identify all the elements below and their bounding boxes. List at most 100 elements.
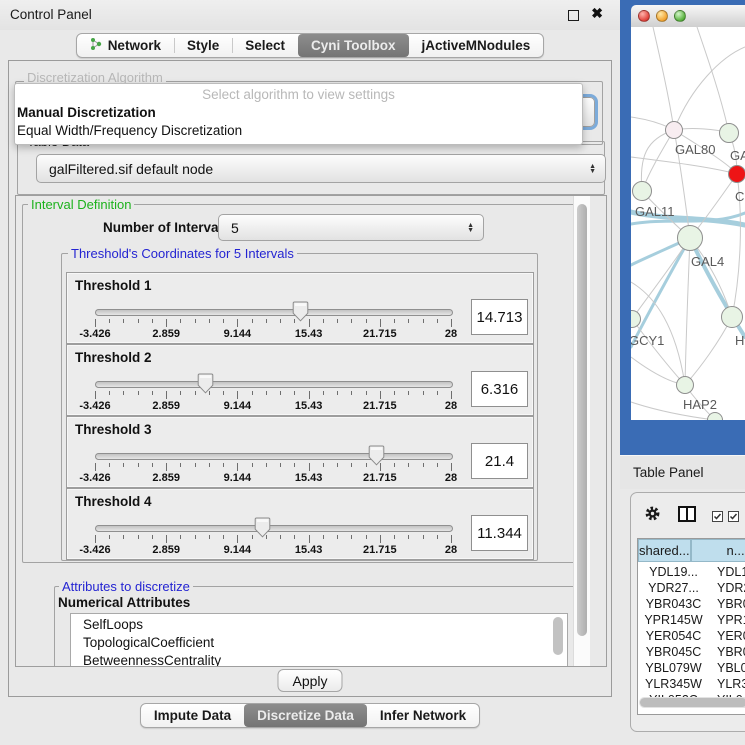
- horizontal-scrollbar[interactable]: [639, 697, 745, 708]
- tab-infer-network[interactable]: Infer Network: [367, 704, 479, 727]
- algorithm-dropdown-list: Select algorithm to view settings Manual…: [14, 83, 583, 145]
- column-header-name[interactable]: n...: [691, 539, 745, 562]
- zoom-traffic-light-icon[interactable]: [674, 10, 686, 22]
- network-node-gal4[interactable]: [677, 225, 703, 251]
- cell-name[interactable]: YBR0: [709, 597, 745, 613]
- tick-label: -3.426: [79, 472, 110, 484]
- tick-mark: [95, 463, 96, 471]
- cell-shared-name[interactable]: YER054C: [638, 629, 709, 645]
- tick-mark: [337, 463, 338, 467]
- table-row[interactable]: YPR145WYPR1: [638, 613, 745, 629]
- table-row[interactable]: YDR27...YDR2: [638, 581, 745, 597]
- slider-track[interactable]: [95, 381, 453, 388]
- table-row[interactable]: YDL19...YDL1: [638, 565, 745, 581]
- attribute-list-item[interactable]: TopologicalCoefficient: [83, 634, 567, 652]
- cell-shared-name[interactable]: YBR045C: [638, 645, 709, 661]
- tick-mark: [166, 535, 167, 543]
- slider-track[interactable]: [95, 525, 453, 532]
- tick-mark: [451, 535, 452, 543]
- dropdown-option-equal-width-frequency[interactable]: Equal Width/Frequency Discretization: [17, 123, 580, 140]
- tab-impute-data[interactable]: Impute Data: [141, 704, 244, 727]
- threshold-value[interactable]: 6.316: [471, 371, 528, 407]
- table-row[interactable]: YBL079WYBL0: [638, 661, 745, 677]
- cell-shared-name[interactable]: YBR043C: [638, 597, 709, 613]
- tick-mark: [209, 319, 210, 323]
- scrollbar-thumb[interactable]: [640, 698, 745, 707]
- tick-mark: [408, 391, 409, 395]
- cell-name[interactable]: YBR0: [709, 645, 745, 661]
- network-node-hap2[interactable]: [676, 376, 694, 394]
- tab-network[interactable]: Network: [77, 34, 174, 57]
- network-node-c[interactable]: [728, 165, 745, 183]
- tab-jactivemnodules[interactable]: jActiveMNodules: [409, 34, 544, 57]
- tab-label: Impute Data: [154, 708, 231, 723]
- tick-label: 2.859: [152, 400, 180, 412]
- slider-track[interactable]: [95, 309, 453, 316]
- list-scrollbar[interactable]: [553, 617, 563, 655]
- thresholds-group: Threshold's Coordinates for 5 Intervals …: [61, 253, 538, 561]
- float-window-icon[interactable]: [568, 10, 579, 21]
- threshold-slider: -3.4262.8599.14415.4321.71528: [95, 517, 451, 557]
- checkbox-icon[interactable]: [728, 509, 739, 527]
- number-of-intervals-combobox[interactable]: 5 ▲▼: [218, 214, 484, 241]
- network-node-h[interactable]: [721, 306, 743, 328]
- cell-shared-name[interactable]: YPR145W: [638, 613, 709, 629]
- cell-shared-name[interactable]: YDR27...: [638, 581, 709, 597]
- cell-name[interactable]: YPR1: [709, 613, 745, 629]
- tick-mark: [223, 319, 224, 323]
- attribute-list-item[interactable]: SelfLoops: [83, 616, 567, 634]
- table-row[interactable]: YBR043CYBR0: [638, 597, 745, 613]
- table-data-combobox[interactable]: galFiltered.sif default node ▲▼: [36, 154, 606, 183]
- cell-shared-name[interactable]: YBL079W: [638, 661, 709, 677]
- checkbox-icon[interactable]: [712, 509, 723, 527]
- table-row[interactable]: YLR345WYLR3: [638, 677, 745, 693]
- tab-select[interactable]: Select: [232, 34, 298, 57]
- tick-mark: [223, 463, 224, 467]
- tab-discretize-data[interactable]: Discretize Data: [244, 704, 367, 727]
- group-title: Interval Definition: [28, 197, 134, 212]
- scrollbar-thumb[interactable]: [577, 204, 587, 636]
- table-row[interactable]: YER054CYER0: [638, 629, 745, 645]
- cell-name[interactable]: YDL1: [709, 565, 745, 581]
- threshold-value[interactable]: 21.4: [471, 443, 528, 479]
- dropdown-option-manual-discretization[interactable]: Manual Discretization: [17, 105, 580, 122]
- tick-mark: [166, 319, 167, 327]
- control-panel-titlebar: Control Panel ✖: [0, 0, 620, 30]
- network-node-ga[interactable]: [719, 123, 739, 143]
- cell-name[interactable]: YER0: [709, 629, 745, 645]
- tick-mark: [423, 535, 424, 539]
- table-row[interactable]: YBR045CYBR0: [638, 645, 745, 661]
- tick-mark: [394, 391, 395, 395]
- slider-track[interactable]: [95, 453, 453, 460]
- minimize-traffic-light-icon[interactable]: [656, 10, 668, 22]
- tick-mark: [209, 535, 210, 539]
- vertical-scrollbar[interactable]: [573, 196, 590, 666]
- column-header-shared-name[interactable]: shared...: [638, 539, 691, 562]
- tick-mark: [152, 535, 153, 539]
- tab-cyni-toolbox[interactable]: Cyni Toolbox: [298, 34, 409, 57]
- tick-mark: [366, 535, 367, 539]
- tick-label: 9.144: [224, 400, 252, 412]
- network-canvas[interactable]: GAL80GACGAL11GAL4GCY1HHAP2: [631, 27, 745, 420]
- cell-name[interactable]: YLR3: [709, 677, 745, 693]
- network-node-gal80[interactable]: [665, 121, 683, 139]
- tick-mark: [166, 463, 167, 471]
- cell-name[interactable]: YBL0: [709, 661, 745, 677]
- apply-button[interactable]: Apply: [277, 669, 342, 692]
- close-icon[interactable]: ✖: [591, 6, 603, 20]
- tick-label: -3.426: [79, 328, 110, 340]
- tick-mark: [95, 535, 96, 543]
- tick-mark: [180, 535, 181, 539]
- tab-style[interactable]: Style: [174, 34, 232, 57]
- cell-shared-name[interactable]: YLR345W: [638, 677, 709, 693]
- threshold-value[interactable]: 14.713: [471, 299, 528, 335]
- cell-shared-name[interactable]: YDL19...: [638, 565, 709, 581]
- cell-name[interactable]: YDR2: [709, 581, 745, 597]
- attribute-list-item[interactable]: BetweennessCentrality: [83, 652, 567, 667]
- columns-icon[interactable]: [678, 506, 696, 527]
- network-node-gal11[interactable]: [632, 181, 652, 201]
- close-traffic-light-icon[interactable]: [638, 10, 650, 22]
- tick-mark: [323, 463, 324, 467]
- threshold-value[interactable]: 11.344: [471, 515, 528, 551]
- gear-icon[interactable]: [644, 505, 661, 527]
